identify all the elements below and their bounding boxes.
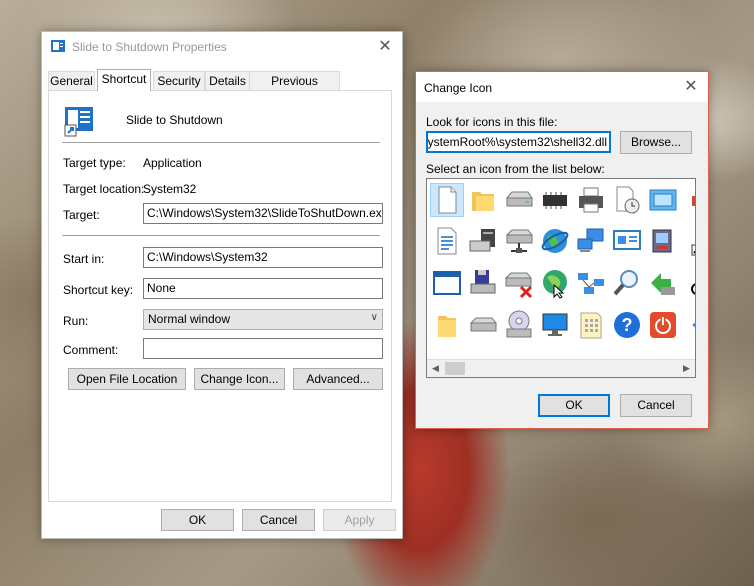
comment-label: Comment: xyxy=(63,343,119,357)
shortcut-key-input[interactable]: None xyxy=(143,278,383,299)
globe-icon[interactable] xyxy=(539,225,571,257)
target-input[interactable]: C:\Windows\System32\SlideToShutDown.exe xyxy=(143,203,383,224)
select-icon-label: Select an icon from the list below: xyxy=(426,162,605,176)
icon-file-path-input[interactable]: %SystemRoot%\system32\shell32.dll xyxy=(426,131,611,153)
divider xyxy=(62,235,380,236)
text-document-icon[interactable] xyxy=(431,225,463,257)
ok-button[interactable]: OK xyxy=(538,394,610,417)
run-label: Run: xyxy=(63,314,89,328)
remove-hardware-icon[interactable] xyxy=(647,267,679,299)
icon-file-path-value: %SystemRoot%\system32\shell32.dll xyxy=(426,135,607,149)
partial-icon[interactable] xyxy=(681,184,695,216)
floppy-drive-icon[interactable] xyxy=(467,267,499,299)
icon-list[interactable]: ? ◀ ▶ xyxy=(426,178,696,378)
close-icon[interactable]: ✕ xyxy=(680,77,702,97)
magnifier-icon[interactable] xyxy=(611,267,643,299)
presentation-icon[interactable] xyxy=(611,225,643,257)
svg-text:?: ? xyxy=(622,315,633,335)
network-icon[interactable] xyxy=(575,267,607,299)
shortcut-key-label: Shortcut key: xyxy=(63,283,134,297)
shortcut-name: Slide to Shutdown xyxy=(126,113,223,127)
window-title: Slide to Shutdown Properties xyxy=(72,40,227,54)
server-network-icon[interactable] xyxy=(467,225,499,257)
folder-icon[interactable] xyxy=(467,184,499,216)
start-in-input[interactable]: C:\Windows\System32 xyxy=(143,247,383,268)
tab-previous-versions[interactable]: Previous Versions xyxy=(249,71,340,106)
blank-document-icon[interactable] xyxy=(430,183,464,217)
folder-closed-icon[interactable] xyxy=(431,309,463,341)
look-for-label: Look for icons in this file: xyxy=(426,115,558,129)
shortcut-tab-panel: Slide to Shutdown Target type: Applicati… xyxy=(48,90,392,502)
network-drive-icon[interactable] xyxy=(503,225,535,257)
comment-input[interactable] xyxy=(143,338,383,359)
scroll-thumb[interactable] xyxy=(445,362,465,375)
shortcut-arrow-icon[interactable] xyxy=(681,225,695,257)
shortcut-app-icon xyxy=(51,40,65,52)
scroll-right-icon[interactable]: ▶ xyxy=(679,361,694,376)
chip-icon[interactable] xyxy=(539,184,571,216)
close-icon[interactable]: ✕ xyxy=(374,37,396,57)
partial-icon[interactable] xyxy=(681,309,695,341)
open-file-location-button[interactable]: Open File Location xyxy=(68,368,186,390)
clock-small-icon[interactable] xyxy=(681,267,695,299)
help-icon[interactable]: ? xyxy=(611,309,643,341)
cd-drive-icon[interactable] xyxy=(503,309,535,341)
target-label: Target: xyxy=(63,208,100,222)
run-select-value: Normal window xyxy=(148,312,231,326)
printer-icon[interactable] xyxy=(575,184,607,216)
chevron-down-icon: ∨ xyxy=(370,312,378,323)
window-frame-icon[interactable] xyxy=(647,184,679,216)
tab-details[interactable]: Details xyxy=(205,71,250,90)
horizontal-scrollbar[interactable]: ◀ ▶ xyxy=(427,359,695,377)
control-panel-icon[interactable] xyxy=(575,309,607,341)
application-window-icon[interactable] xyxy=(431,267,463,299)
globe-cursor-icon[interactable] xyxy=(539,267,571,299)
ok-button[interactable]: OK xyxy=(161,509,234,531)
tab-general[interactable]: General xyxy=(48,71,95,90)
change-icon-dialog: Change Icon ✕ Look for icons in this fil… xyxy=(415,71,709,429)
change-icon-button[interactable]: Change Icon... xyxy=(194,368,285,390)
shortcut-properties-window: Slide to Shutdown Properties ✕ General S… xyxy=(41,31,403,539)
divider xyxy=(62,142,380,143)
dialog-title: Change Icon xyxy=(424,81,493,95)
tab-security[interactable]: Security xyxy=(153,71,205,90)
advanced-button[interactable]: Advanced... xyxy=(293,368,383,390)
drive-icon[interactable] xyxy=(503,184,535,216)
power-icon[interactable] xyxy=(647,309,679,341)
network-computers-icon[interactable] xyxy=(575,225,607,257)
clock-document-icon[interactable] xyxy=(611,184,643,216)
scroll-left-icon[interactable]: ◀ xyxy=(428,361,443,376)
removable-drive-icon[interactable] xyxy=(467,309,499,341)
cancel-button[interactable]: Cancel xyxy=(620,394,692,417)
target-type-value: Application xyxy=(143,156,202,170)
cancel-button[interactable]: Cancel xyxy=(242,509,315,531)
browse-button[interactable]: Browse... xyxy=(620,131,692,154)
tab-shortcut[interactable]: Shortcut xyxy=(97,69,151,91)
target-type-label: Target type: xyxy=(63,156,126,170)
title-bar[interactable]: Slide to Shutdown Properties ✕ xyxy=(42,32,402,62)
display-settings-icon[interactable] xyxy=(647,225,679,257)
apply-button[interactable]: Apply xyxy=(323,509,396,531)
disconnected-drive-icon[interactable] xyxy=(503,267,535,299)
start-in-label: Start in: xyxy=(63,252,105,266)
shortcut-large-icon xyxy=(64,107,93,137)
target-location-label: Target location: xyxy=(63,182,145,196)
run-select[interactable]: Normal window ∨ xyxy=(143,309,383,330)
target-location-value: System32 xyxy=(143,182,197,196)
computer-monitor-icon[interactable] xyxy=(539,309,571,341)
title-bar[interactable]: Change Icon ✕ xyxy=(416,72,708,102)
